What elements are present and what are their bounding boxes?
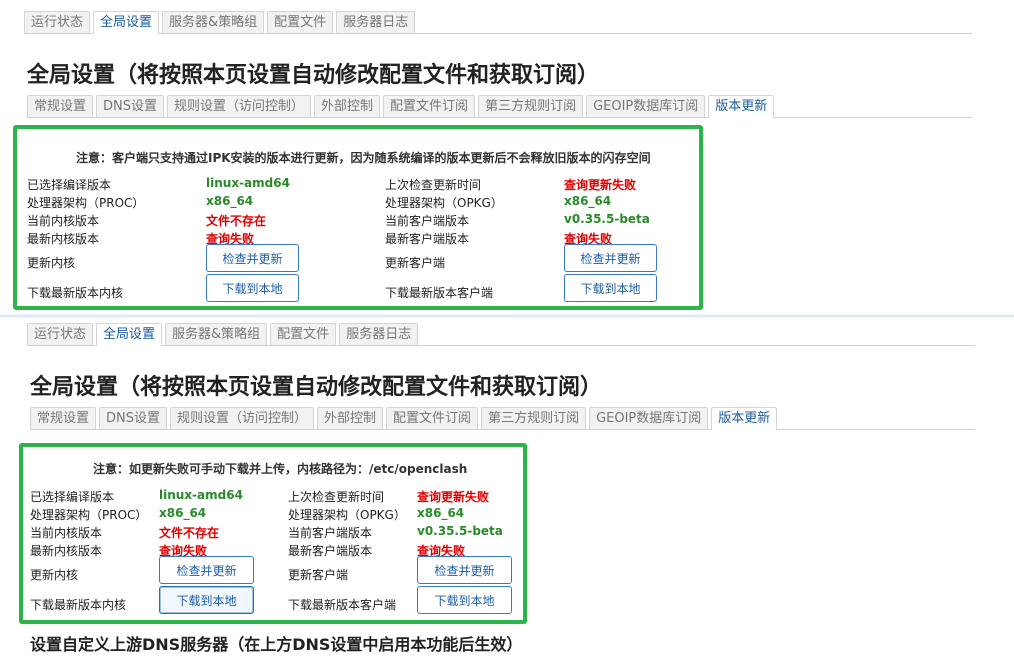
screenshot-bottom: 运行状态 全局设置 服务器&策略组 配置文件 服务器日志 全局设置（将按照本页设…	[0, 318, 1014, 669]
current-core-value: 文件不存在	[159, 526, 220, 540]
notice-text: 注意：客户端只支持通过IPK安装的版本进行更新，因为随系统编译的版本更新后不会释…	[76, 151, 651, 165]
download-core-button[interactable]: 下载到本地	[206, 274, 299, 302]
current-core-label: 当前内核版本	[27, 214, 100, 228]
subtab-dns[interactable]: DNS设置	[99, 407, 168, 429]
download-client-label: 下载最新版本客户端	[288, 598, 397, 612]
compiled-version-label: 已选择编译版本	[30, 490, 115, 504]
tab-server-logs[interactable]: 服务器日志	[339, 323, 419, 345]
update-core-label: 更新内核	[30, 568, 79, 582]
sub-tab-bar: 常规设置 DNS设置 规则设置（访问控制） 外部控制 配置文件订阅 第三方规则订…	[30, 406, 975, 430]
latest-client-label: 最新客户端版本	[385, 232, 470, 246]
last-check-value: 查询更新失败	[417, 490, 490, 504]
tab-status[interactable]: 运行状态	[24, 11, 91, 33]
current-core-value: 文件不存在	[206, 214, 267, 228]
custom-dns-heading: 设置自定义上游DNS服务器（在上方DNS设置中启用本功能后生效）	[30, 635, 523, 654]
subtab-version-update[interactable]: 版本更新	[708, 95, 775, 118]
subtab-version-update[interactable]: 版本更新	[711, 407, 778, 430]
version-update-panel: 注意：客户端只支持通过IPK安装的版本进行更新，因为随系统编译的版本更新后不会释…	[13, 125, 703, 310]
tab-global-settings[interactable]: 全局设置	[93, 11, 160, 34]
current-client-label: 当前客户端版本	[385, 214, 470, 228]
tab-global-settings[interactable]: 全局设置	[96, 323, 163, 346]
download-core-label: 下载最新版本内核	[30, 598, 127, 612]
current-core-label: 当前内核版本	[30, 526, 103, 540]
subtab-rules[interactable]: 规则设置（访问控制）	[170, 407, 315, 429]
latest-core-label: 最新内核版本	[27, 232, 100, 246]
last-check-label: 上次检查更新时间	[385, 178, 482, 192]
subtab-general[interactable]: 常规设置	[27, 95, 94, 117]
compiled-version-value: linux-amd64	[206, 176, 290, 190]
download-client-button[interactable]: 下载到本地	[417, 586, 512, 614]
current-client-value: v0.35.5-beta	[564, 212, 650, 226]
subtab-dns[interactable]: DNS设置	[96, 95, 165, 117]
opkg-arch-label: 处理器架构（OPKG）	[385, 196, 503, 210]
tab-config-files[interactable]: 配置文件	[267, 11, 334, 33]
download-client-label: 下载最新版本客户端	[385, 286, 494, 300]
notice-text: 注意：如更新失败可手动下载并上传，内核路径为：/etc/openclash	[93, 462, 468, 476]
current-client-value: v0.35.5-beta	[417, 524, 503, 538]
subtab-general[interactable]: 常规设置	[30, 407, 97, 429]
update-client-label: 更新客户端	[288, 568, 349, 582]
tab-status[interactable]: 运行状态	[27, 323, 94, 345]
update-core-label: 更新内核	[27, 256, 76, 270]
subtab-third-party-rules[interactable]: 第三方规则订阅	[478, 95, 584, 117]
proc-arch-value: x86_64	[159, 506, 207, 520]
subtab-geoip[interactable]: GEOIP数据库订阅	[586, 95, 706, 117]
subtab-external-control[interactable]: 外部控制	[317, 407, 384, 429]
page-title: 全局设置（将按照本页设置自动修改配置文件和获取订阅）	[30, 375, 603, 400]
compiled-version-label: 已选择编译版本	[27, 178, 112, 192]
update-client-button[interactable]: 检查并更新	[417, 556, 512, 584]
download-core-button[interactable]: 下载到本地	[159, 586, 254, 614]
screenshot-top: 运行状态 全局设置 服务器&策略组 配置文件 服务器日志 全局设置（将按照本页设…	[0, 0, 1014, 314]
update-client-label: 更新客户端	[385, 256, 446, 270]
subtab-config-subscription[interactable]: 配置文件订阅	[383, 95, 476, 117]
download-client-button[interactable]: 下载到本地	[564, 274, 657, 302]
opkg-arch-value: x86_64	[417, 506, 465, 520]
version-update-panel: 注意：如更新失败可手动下载并上传，内核路径为：/etc/openclash 已选…	[19, 443, 527, 624]
compiled-version-value: linux-amd64	[159, 488, 243, 502]
page-title: 全局设置（将按照本页设置自动修改配置文件和获取订阅）	[27, 63, 600, 88]
subtab-config-subscription[interactable]: 配置文件订阅	[386, 407, 479, 429]
proc-arch-value: x86_64	[206, 194, 254, 208]
proc-arch-label: 处理器架构（PROC）	[27, 196, 145, 210]
opkg-arch-label: 处理器架构（OPKG）	[288, 508, 406, 522]
top-tab-bar: 运行状态 全局设置 服务器&策略组 配置文件 服务器日志	[27, 322, 975, 346]
download-core-label: 下载最新版本内核	[27, 286, 124, 300]
tab-servers[interactable]: 服务器&策略组	[165, 323, 268, 345]
opkg-arch-value: x86_64	[564, 194, 612, 208]
update-core-button[interactable]: 检查并更新	[159, 556, 254, 584]
last-check-value: 查询更新失败	[564, 178, 637, 192]
subtab-third-party-rules[interactable]: 第三方规则订阅	[481, 407, 587, 429]
update-core-button[interactable]: 检查并更新	[206, 244, 299, 272]
latest-client-label: 最新客户端版本	[288, 544, 373, 558]
latest-core-label: 最新内核版本	[30, 544, 103, 558]
top-tab-bar: 运行状态 全局设置 服务器&策略组 配置文件 服务器日志	[24, 10, 972, 34]
tab-server-logs[interactable]: 服务器日志	[336, 11, 416, 33]
tab-servers[interactable]: 服务器&策略组	[162, 11, 265, 33]
subtab-rules[interactable]: 规则设置（访问控制）	[167, 95, 312, 117]
current-client-label: 当前客户端版本	[288, 526, 373, 540]
subtab-external-control[interactable]: 外部控制	[314, 95, 381, 117]
update-client-button[interactable]: 检查并更新	[564, 244, 657, 272]
sub-tab-bar: 常规设置 DNS设置 规则设置（访问控制） 外部控制 配置文件订阅 第三方规则订…	[27, 94, 972, 118]
subtab-geoip[interactable]: GEOIP数据库订阅	[589, 407, 709, 429]
last-check-label: 上次检查更新时间	[288, 490, 385, 504]
tab-config-files[interactable]: 配置文件	[270, 323, 337, 345]
proc-arch-label: 处理器架构（PROC）	[30, 508, 148, 522]
